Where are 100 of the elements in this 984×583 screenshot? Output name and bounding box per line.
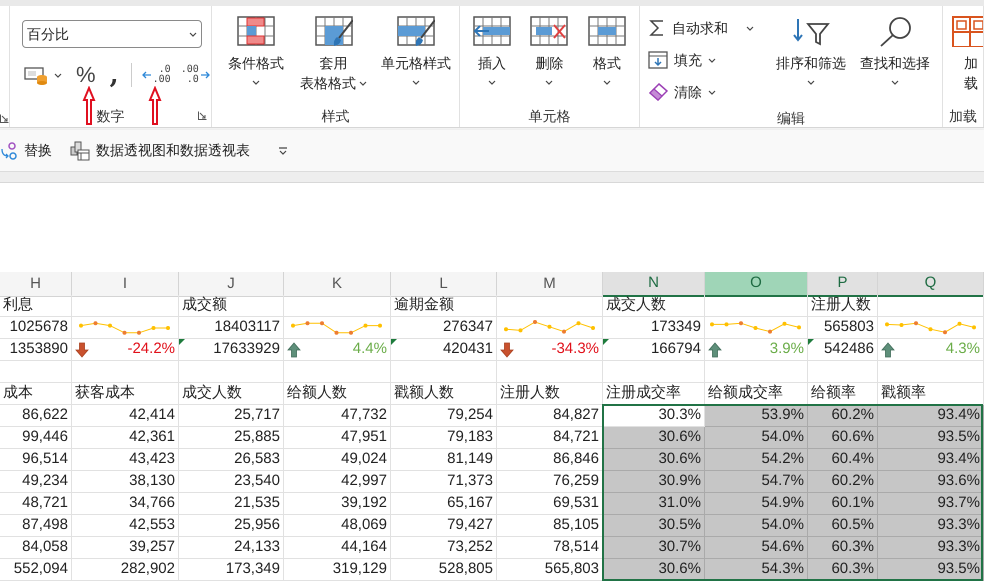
column-header[interactable]: O bbox=[705, 272, 808, 296]
table-format-button[interactable]: 套用 表格格式 bbox=[294, 6, 373, 93]
table-cell[interactable]: 30.6% bbox=[603, 559, 705, 581]
table-cell[interactable]: 71,373 bbox=[391, 471, 497, 493]
table-cell[interactable]: 54.0% bbox=[705, 427, 808, 449]
table-cell[interactable]: 注册成交率 bbox=[606, 383, 681, 404]
conditional-format-button[interactable]: 条件格式 bbox=[220, 6, 292, 91]
table-cell[interactable]: 44,164 bbox=[284, 537, 391, 559]
empty-cell[interactable] bbox=[284, 361, 391, 383]
empty-cell[interactable] bbox=[179, 361, 284, 383]
find-select-button[interactable]: 查找和选择 bbox=[854, 6, 936, 91]
table-cell[interactable]: 39,192 bbox=[284, 493, 391, 515]
table-cell[interactable]: 24,133 bbox=[179, 537, 284, 559]
table-cell[interactable]: 81,149 bbox=[391, 449, 497, 471]
more-options-button[interactable] bbox=[278, 146, 288, 154]
column-header[interactable]: H bbox=[0, 272, 72, 296]
table-cell[interactable]: 21,535 bbox=[179, 493, 284, 515]
table-cell[interactable]: 73,252 bbox=[391, 537, 497, 559]
table-cell[interactable]: 54.9% bbox=[705, 493, 808, 515]
table-cell[interactable]: 54.0% bbox=[705, 515, 808, 537]
number-format-dropdown[interactable]: 百分比 bbox=[22, 20, 202, 48]
table-cell[interactable]: 276347 bbox=[442, 317, 493, 338]
table-cell[interactable]: 93.5% bbox=[878, 427, 984, 449]
table-cell[interactable]: 17633929 bbox=[213, 339, 280, 360]
table-cell[interactable]: 获客成本 bbox=[75, 383, 135, 404]
table-cell[interactable]: 戳额人数 bbox=[394, 383, 454, 404]
table-cell[interactable]: 42,361 bbox=[72, 427, 179, 449]
table-cell[interactable]: 93.7% bbox=[878, 493, 984, 515]
table-cell[interactable]: 54.7% bbox=[705, 471, 808, 493]
cell-style-button[interactable]: 单元格样式 bbox=[375, 6, 457, 91]
table-cell[interactable]: 26,583 bbox=[179, 449, 284, 471]
column-header[interactable]: J bbox=[179, 272, 284, 296]
empty-cell[interactable] bbox=[878, 361, 984, 383]
table-cell[interactable]: 173349 bbox=[650, 317, 701, 338]
table-cell[interactable]: 60.5% bbox=[808, 515, 878, 537]
comma-style-button[interactable]: , bbox=[108, 62, 121, 88]
table-cell[interactable]: 1353890 bbox=[10, 339, 68, 360]
table-cell[interactable]: 给额率 bbox=[811, 383, 856, 404]
replace-button[interactable]: 替换 bbox=[0, 140, 52, 161]
table-cell[interactable]: 25,956 bbox=[179, 515, 284, 537]
table-cell[interactable]: 420431 bbox=[442, 339, 493, 360]
table-cell[interactable]: 利息 bbox=[3, 295, 33, 316]
clear-button[interactable]: 清除 bbox=[648, 76, 754, 108]
table-cell[interactable]: 54.3% bbox=[705, 559, 808, 581]
table-cell[interactable]: 注册人数 bbox=[811, 295, 871, 316]
table-cell[interactable]: 49,234 bbox=[0, 471, 72, 493]
table-cell[interactable]: 166794 bbox=[650, 339, 701, 360]
column-header[interactable]: P bbox=[808, 272, 878, 296]
empty-cell[interactable] bbox=[808, 361, 878, 383]
format-button[interactable]: 格式 bbox=[582, 6, 632, 91]
table-cell[interactable]: 282,902 bbox=[72, 559, 179, 581]
empty-cell[interactable] bbox=[72, 295, 179, 317]
table-cell[interactable]: 49,024 bbox=[284, 449, 391, 471]
table-cell[interactable]: 93.3% bbox=[878, 515, 984, 537]
table-cell[interactable]: 319,129 bbox=[284, 559, 391, 581]
table-cell[interactable]: 25,885 bbox=[179, 427, 284, 449]
table-cell[interactable]: 43,423 bbox=[72, 449, 179, 471]
table-cell[interactable]: 18403117 bbox=[214, 317, 280, 338]
empty-cell[interactable] bbox=[878, 295, 984, 317]
table-cell[interactable]: 60.3% bbox=[808, 559, 878, 581]
table-cell[interactable]: 60.3% bbox=[808, 537, 878, 559]
table-cell[interactable]: 86,622 bbox=[0, 405, 72, 427]
empty-cell[interactable] bbox=[72, 361, 179, 383]
table-cell[interactable]: 逾期金额 bbox=[394, 295, 454, 316]
table-cell[interactable]: 30.6% bbox=[603, 427, 705, 449]
sort-filter-button[interactable]: 排序和筛选 bbox=[770, 6, 852, 91]
column-header[interactable]: K bbox=[284, 272, 391, 296]
empty-cell[interactable] bbox=[705, 295, 808, 317]
delete-button[interactable]: 删除 bbox=[524, 6, 574, 91]
table-cell[interactable]: 31.0% bbox=[603, 493, 705, 515]
table-cell[interactable]: 565803 bbox=[824, 317, 874, 338]
table-cell[interactable]: 93.3% bbox=[878, 537, 984, 559]
table-cell[interactable]: 注册人数 bbox=[500, 383, 560, 404]
table-cell[interactable]: 542486 bbox=[824, 339, 874, 360]
table-cell[interactable]: 30.5% bbox=[603, 515, 705, 537]
table-cell[interactable]: 42,997 bbox=[284, 471, 391, 493]
table-cell[interactable]: 79,427 bbox=[391, 515, 497, 537]
table-cell[interactable]: 给额成交率 bbox=[708, 383, 783, 404]
table-cell[interactable]: 47,951 bbox=[284, 427, 391, 449]
table-cell[interactable]: 552,094 bbox=[0, 559, 72, 581]
table-cell[interactable]: 48,721 bbox=[0, 493, 72, 515]
table-cell[interactable]: 54.2% bbox=[705, 449, 808, 471]
column-header[interactable]: Q bbox=[878, 272, 984, 296]
table-cell[interactable]: 47,732 bbox=[284, 405, 391, 427]
table-cell[interactable]: 成交额 bbox=[182, 295, 227, 316]
table-cell[interactable]: 39,257 bbox=[72, 537, 179, 559]
table-cell[interactable]: 53.9% bbox=[705, 405, 808, 427]
table-cell[interactable]: 成交人数 bbox=[182, 383, 242, 404]
table-cell[interactable]: 42,414 bbox=[72, 405, 179, 427]
table-cell[interactable]: 38,130 bbox=[72, 471, 179, 493]
empty-cell[interactable] bbox=[705, 361, 808, 383]
table-cell[interactable]: 79,183 bbox=[391, 427, 497, 449]
empty-cell[interactable] bbox=[497, 361, 603, 383]
table-cell[interactable]: 23,540 bbox=[179, 471, 284, 493]
table-cell[interactable]: 173,349 bbox=[179, 559, 284, 581]
column-header[interactable]: N bbox=[603, 272, 705, 296]
empty-cell[interactable] bbox=[0, 361, 72, 383]
table-cell[interactable]: 成交人数 bbox=[606, 295, 666, 316]
decrease-decimal-button[interactable]: .00 .0 bbox=[180, 62, 210, 88]
empty-cell[interactable] bbox=[497, 295, 603, 317]
